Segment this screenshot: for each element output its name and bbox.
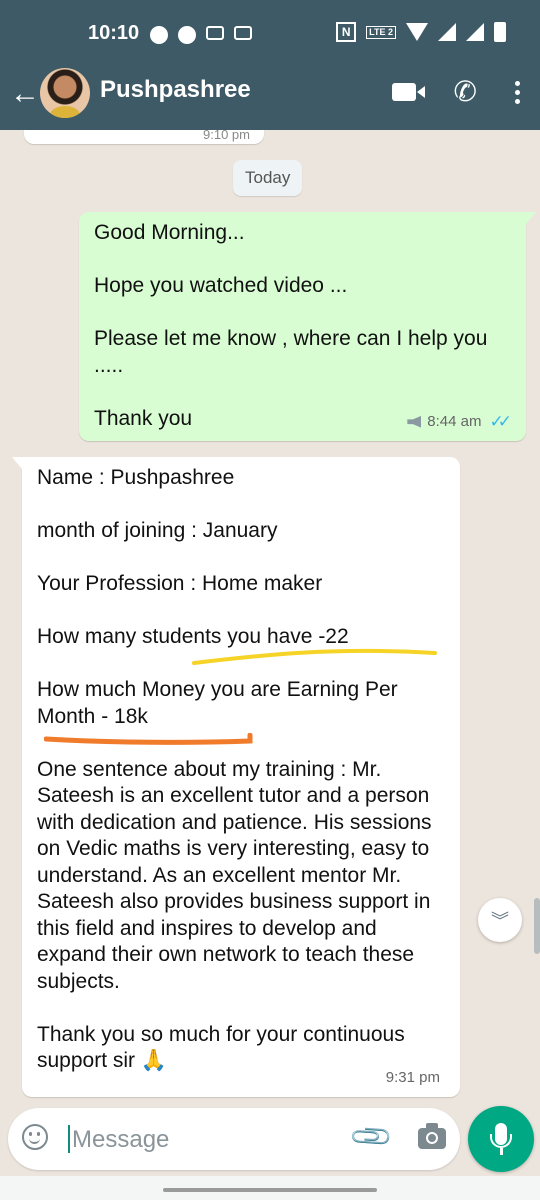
message-time: 9:10 pm bbox=[203, 130, 250, 142]
message-composer: 📎 bbox=[8, 1108, 460, 1170]
microphone-icon-stem bbox=[500, 1148, 503, 1155]
video-call-icon[interactable] bbox=[391, 83, 425, 101]
status-time: 10:10 bbox=[88, 22, 140, 44]
microphone-icon-arc bbox=[490, 1134, 512, 1148]
scroll-to-bottom-button[interactable]: ︾ bbox=[478, 898, 522, 942]
app-icon bbox=[234, 26, 252, 40]
image-icon bbox=[206, 26, 224, 40]
broadcast-icon bbox=[407, 415, 422, 428]
message-time: 8:44 am bbox=[427, 412, 482, 430]
camera-icon[interactable] bbox=[418, 1123, 446, 1149]
previous-message-bubble[interactable]: 9:10 pm bbox=[24, 130, 264, 144]
contact-name[interactable]: Pushpashree bbox=[100, 76, 251, 104]
system-icons: N LTE 2 bbox=[336, 22, 506, 42]
nfc-icon: N bbox=[336, 22, 357, 42]
voice-message-button[interactable] bbox=[468, 1106, 534, 1172]
header-actions: ✆ bbox=[391, 78, 520, 106]
orange-highlight-stroke bbox=[44, 733, 253, 745]
avatar[interactable] bbox=[40, 68, 90, 118]
phone-call-icon[interactable]: ✆ bbox=[454, 78, 477, 106]
outgoing-message-bubble[interactable]: Good Morning... Hope you watched video .… bbox=[79, 212, 536, 441]
message-text: Good Morning... Hope you watched video .… bbox=[94, 221, 488, 430]
double-chevron-down-icon: ︾ bbox=[491, 911, 509, 931]
message-meta: 9:31 pm bbox=[386, 1065, 440, 1092]
gesture-handle[interactable] bbox=[163, 1188, 377, 1192]
status-bar: 10:10 N LTE 2 bbox=[0, 0, 540, 64]
notification-icons bbox=[150, 26, 252, 44]
date-divider: Today bbox=[233, 160, 303, 196]
emoji-icon[interactable] bbox=[22, 1124, 48, 1150]
message-input[interactable] bbox=[70, 1118, 344, 1162]
back-arrow-icon[interactable]: ← bbox=[10, 76, 40, 112]
signal-icon bbox=[438, 23, 456, 41]
scrollbar[interactable] bbox=[534, 898, 540, 954]
signal-icon bbox=[466, 23, 484, 41]
notification-dot-icon bbox=[150, 26, 168, 44]
chat-header: ← Pushpashree ✆ bbox=[0, 64, 540, 130]
read-ticks-icon: ✓✓ bbox=[489, 411, 512, 431]
lte-icon: LTE 2 bbox=[366, 25, 396, 39]
message-meta: 8:44 am ✓✓ bbox=[407, 409, 512, 436]
yellow-highlight-stroke bbox=[192, 648, 437, 665]
message-text: Name : Pushpashree month of joining : Ja… bbox=[37, 466, 432, 1072]
more-options-icon[interactable] bbox=[515, 80, 520, 104]
incoming-message-bubble[interactable]: Name : Pushpashree month of joining : Ja… bbox=[12, 457, 460, 1097]
chat-area[interactable]: 9:10 pm Today Good Morning... Hope you w… bbox=[0, 130, 540, 1105]
attach-icon[interactable]: 📎 bbox=[347, 1113, 395, 1161]
wifi-icon bbox=[406, 23, 428, 41]
system-nav-bar bbox=[0, 1176, 540, 1200]
message-time: 9:31 pm bbox=[385, 1068, 440, 1086]
notification-dot-icon bbox=[178, 26, 196, 44]
battery-icon bbox=[494, 22, 506, 42]
